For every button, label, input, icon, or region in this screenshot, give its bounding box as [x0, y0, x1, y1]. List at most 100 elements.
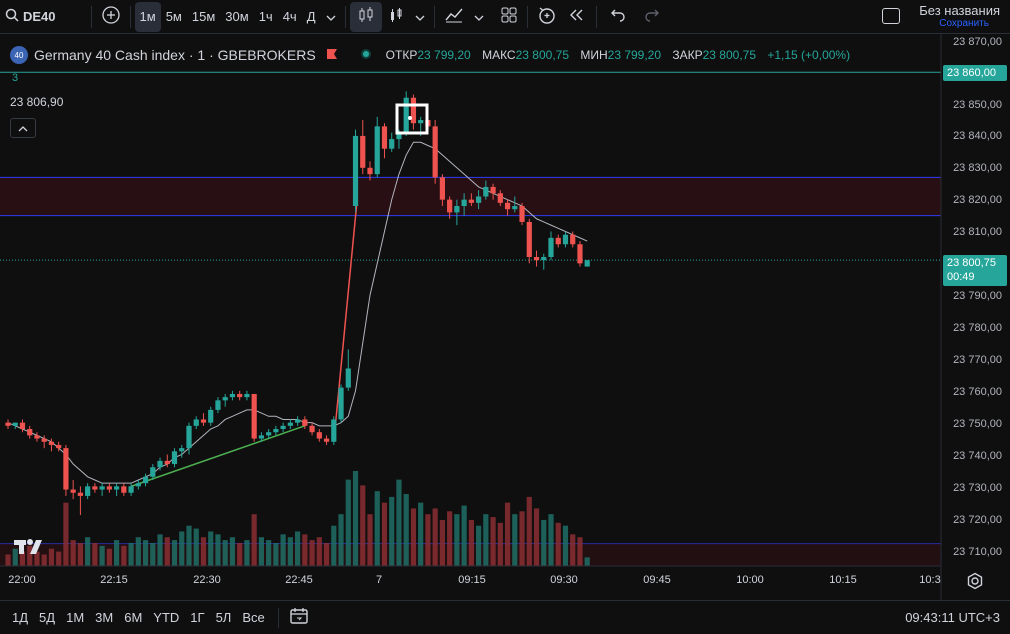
clock-timezone[interactable]: 09:43:11 UTC+3	[905, 610, 1000, 625]
save-link[interactable]: Сохранить	[939, 18, 1000, 29]
volume-bar	[461, 505, 467, 566]
range-all[interactable]: Все	[242, 610, 264, 625]
indicators-icon	[444, 6, 464, 27]
volume-bar	[512, 514, 518, 566]
candle-body	[280, 425, 286, 430]
volume-bar	[222, 540, 228, 566]
go-to-date-button[interactable]	[289, 607, 309, 628]
interval-label: 1ч	[258, 9, 273, 24]
volume-bar	[200, 537, 207, 566]
candle-body	[56, 444, 62, 449]
bottom-toolbar: 1Д 5Д 1М 3М 6М YTD 1Г 5Л Все 09:43:11 UT…	[0, 600, 1010, 634]
layout-save-block[interactable]: Без названия Сохранить	[919, 3, 1000, 29]
candle-body	[70, 489, 76, 493]
divider	[526, 5, 528, 28]
indicators-dropdown[interactable]	[469, 0, 489, 34]
price-tick: 23 790,00	[953, 290, 1002, 302]
range-ytd[interactable]: YTD	[153, 610, 179, 625]
layout-checkbox[interactable]	[882, 8, 900, 24]
range-3m[interactable]: 3М	[95, 610, 113, 625]
range-5d[interactable]: 5Д	[39, 610, 55, 625]
volume-bar	[323, 542, 330, 566]
layouts-button[interactable]	[495, 0, 523, 34]
volume-bar	[360, 485, 366, 566]
legend-title[interactable]: Germany 40 Cash index · 1 · GBEBROKERS	[34, 47, 316, 63]
candle-body	[410, 97, 417, 124]
indicators-button[interactable]	[439, 0, 469, 34]
candle-body	[490, 186, 496, 194]
volume-bar	[548, 514, 554, 566]
selection-point	[408, 116, 412, 120]
price-tick: 23 710,00	[953, 546, 1002, 558]
chart-type-alt-button[interactable]	[382, 0, 410, 34]
candle-body	[106, 486, 112, 490]
interval-dropdown[interactable]	[321, 0, 341, 34]
range-1d[interactable]: 1Д	[12, 610, 28, 625]
volume-bar	[577, 537, 583, 566]
chart-legend: 40 Germany 40 Cash index · 1 · GBEBROKER…	[10, 45, 858, 65]
candle-body	[345, 368, 351, 388]
interval-30m[interactable]: 30м	[220, 0, 253, 34]
interval-5m[interactable]: 5м	[161, 0, 187, 34]
volume-bar	[562, 525, 569, 566]
undo-button[interactable]	[601, 0, 635, 34]
interval-4h[interactable]: 4ч	[278, 0, 302, 34]
candle-body	[360, 135, 366, 168]
candle-body	[208, 409, 214, 423]
volume-bar	[367, 514, 373, 566]
candle-body	[244, 393, 250, 398]
interval-1h[interactable]: 1ч	[254, 0, 278, 34]
candle-body	[316, 432, 322, 439]
market-status-icon	[360, 47, 372, 63]
candle-body	[142, 476, 149, 484]
candle-body	[309, 425, 315, 433]
alert-button[interactable]	[532, 0, 562, 34]
candle-body	[454, 206, 460, 213]
redo-button[interactable]	[635, 0, 669, 34]
chart-type-dropdown[interactable]	[410, 0, 430, 34]
volume-bar	[171, 540, 178, 566]
interval-1m[interactable]: 1м	[134, 1, 161, 32]
last-price-tag: 23 800,75 00:49	[943, 255, 1007, 286]
price-tick: 23 840,00	[953, 130, 1002, 142]
layout-title: Без названия	[919, 3, 1000, 18]
price-tick: 23 870,00	[953, 36, 1002, 48]
candle-body	[99, 486, 105, 490]
interval-15m[interactable]: 15м	[187, 0, 220, 34]
candle-body	[171, 451, 178, 465]
interval-1d[interactable]: Д	[302, 0, 321, 34]
candle-body	[374, 126, 380, 175]
volume-bar	[541, 519, 547, 566]
low-label: МИН	[580, 48, 608, 62]
candle-body	[367, 167, 373, 175]
range-6m[interactable]: 6М	[124, 610, 142, 625]
alert-price-tag[interactable]: 23 860,00	[943, 65, 1007, 81]
volume-bar	[237, 542, 243, 566]
range-1m[interactable]: 1М	[66, 610, 84, 625]
trend-line	[333, 205, 358, 442]
price-chart[interactable]	[0, 34, 1010, 600]
range-1y[interactable]: 1Г	[190, 610, 204, 625]
volume-bar	[258, 537, 264, 566]
candle-body	[5, 422, 11, 426]
volume-bar	[476, 525, 482, 566]
symbol-search[interactable]: DE40	[0, 0, 61, 34]
candle-body	[338, 387, 344, 420]
volume-bar	[425, 514, 431, 566]
interval-label: 5м	[165, 9, 182, 24]
compare-button[interactable]	[96, 0, 126, 34]
time-tick: 10:00	[736, 574, 764, 586]
tradingview-logo[interactable]	[12, 536, 46, 561]
collapse-legend-button[interactable]	[10, 118, 36, 138]
candle-body	[128, 486, 134, 493]
candle-body	[461, 199, 467, 207]
candle-body	[302, 419, 308, 426]
replay-button[interactable]	[562, 0, 592, 34]
volume-bar	[266, 540, 272, 566]
chart-settings-button[interactable]	[966, 572, 984, 595]
candle-body	[157, 460, 163, 468]
chart-type-button[interactable]	[349, 1, 382, 32]
high-label: МАКС	[482, 48, 516, 62]
range-5y[interactable]: 5Л	[216, 610, 232, 625]
candle-body	[258, 435, 264, 439]
